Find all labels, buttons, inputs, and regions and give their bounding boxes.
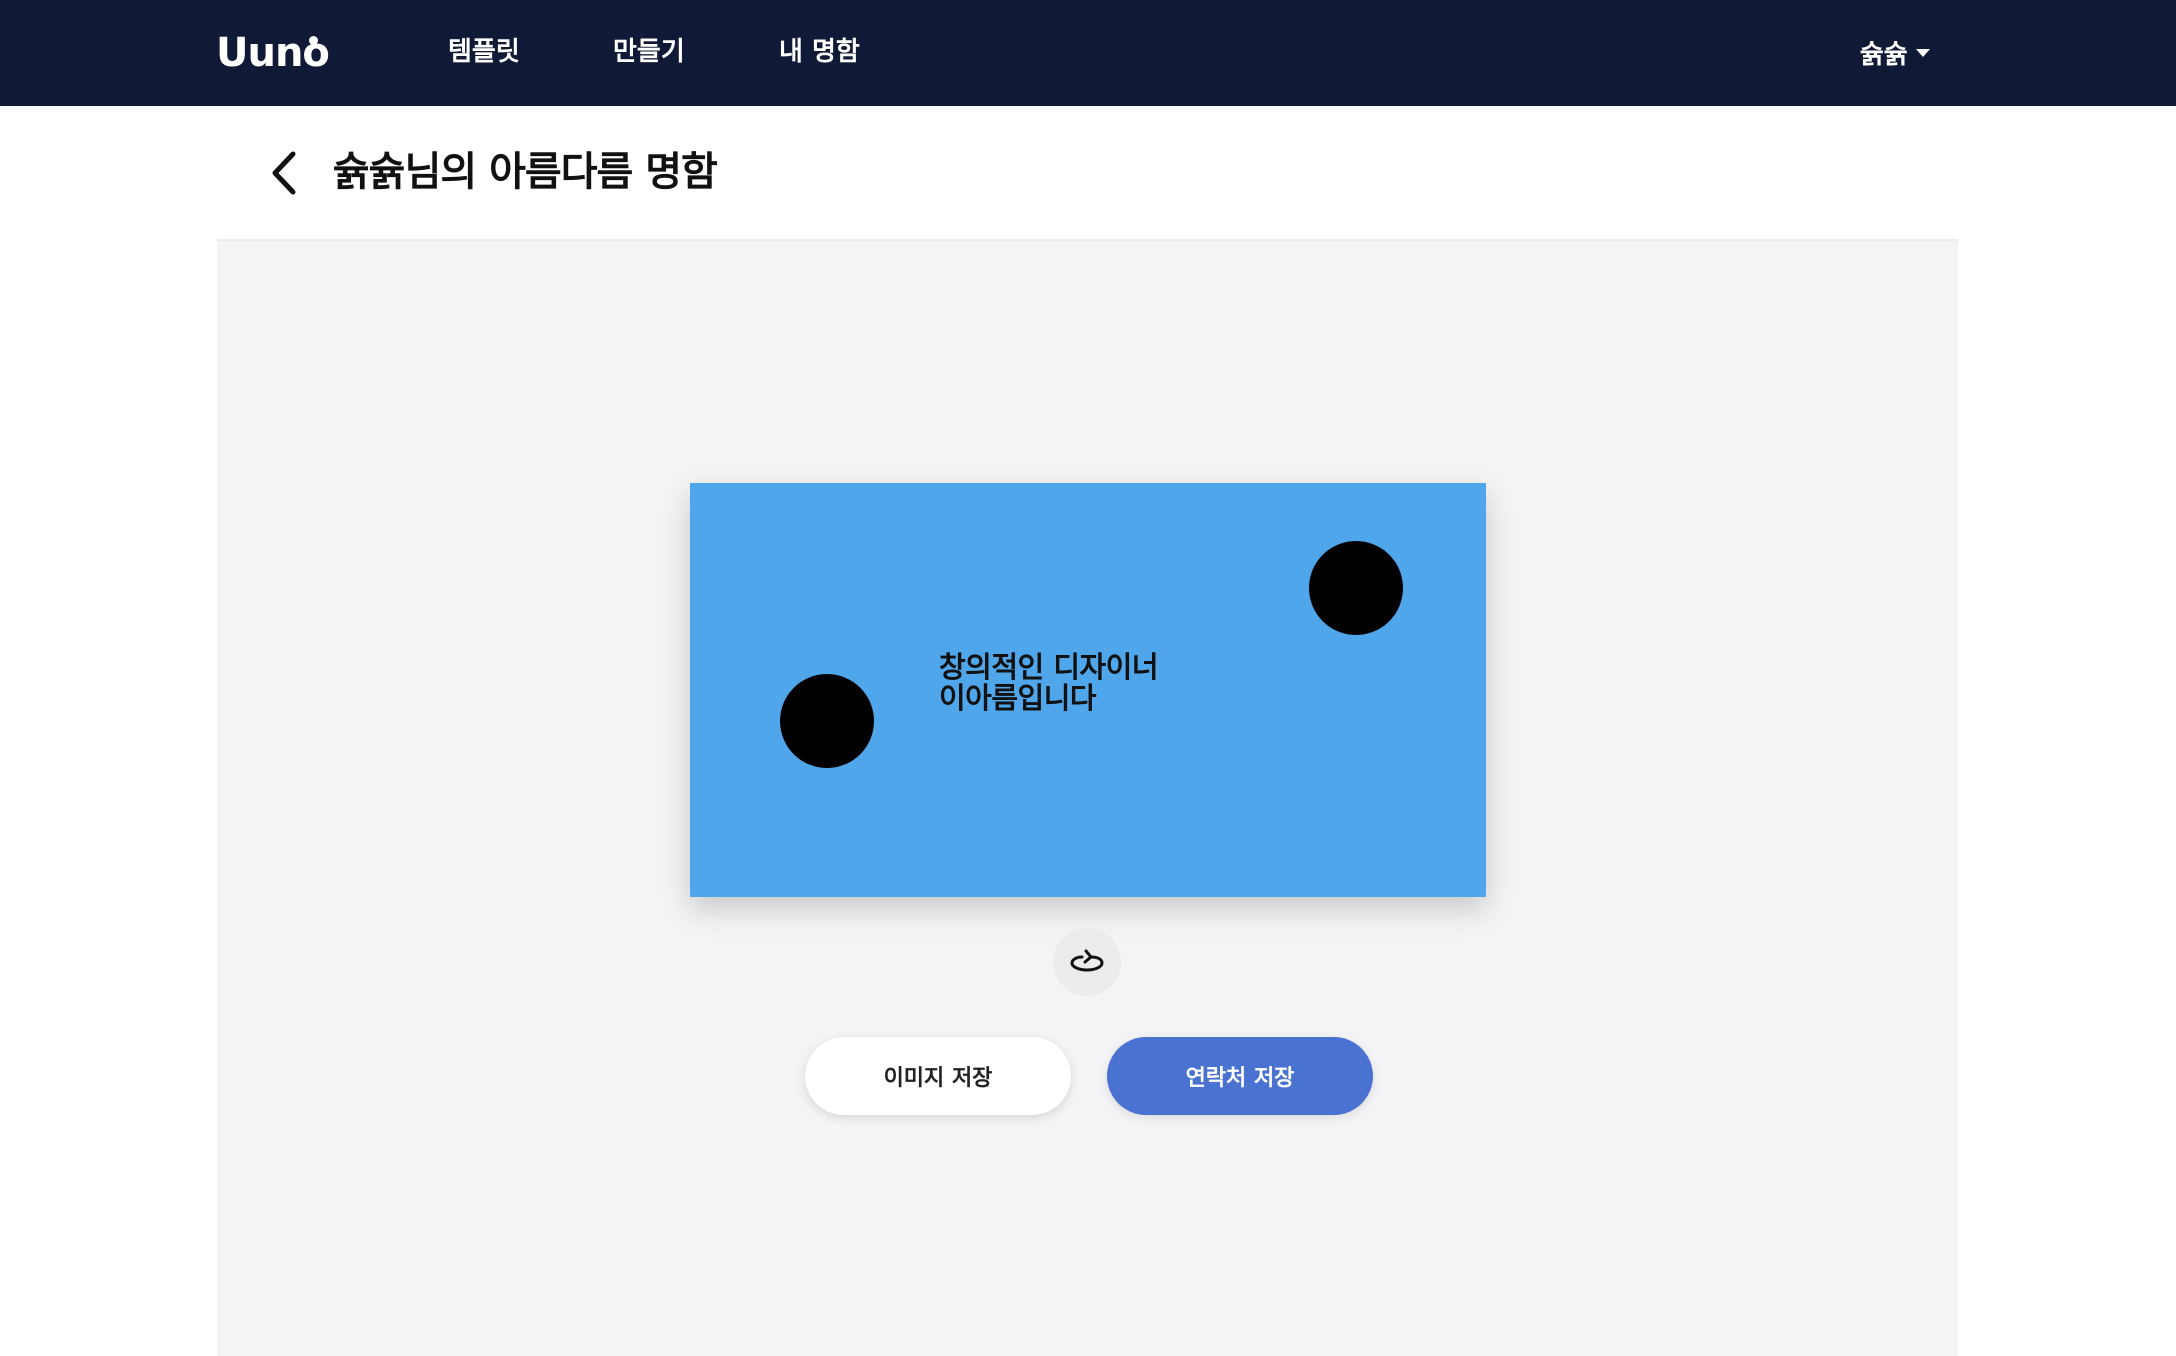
nav-item-my-cards[interactable]: 내 명함 [779, 32, 860, 72]
card-text-line: 이아름입니다 [939, 681, 1097, 715]
nav-item-templates[interactable]: 템플릿 [448, 32, 520, 72]
page-title: 슑슑님의 아름다름 명함 [333, 149, 718, 195]
save-image-button[interactable]: 이미지 저장 [805, 1037, 1071, 1115]
nav-item-create[interactable]: 만들기 [613, 32, 685, 72]
caret-down-icon [1915, 49, 1930, 57]
flip-card-button[interactable] [1053, 928, 1121, 996]
user-menu[interactable]: 슑슑 [1860, 32, 1930, 72]
card-detail-container: 슑슑님의 아름다름 명함 창의적인 디자이너 이아름입니다 이미지 저장 연락처… [217, 106, 1958, 1356]
chevron-left-icon [272, 151, 296, 195]
business-card-preview: 창의적인 디자이너 이아름입니다 [690, 483, 1486, 897]
card-circle-decoration [780, 674, 874, 768]
card-text-line: 창의적인 디자이너 [939, 650, 1159, 684]
page-header: 슑슑님의 아름다름 명함 [217, 106, 1958, 241]
flip-rotate-icon [1070, 949, 1104, 972]
card-text: 창의적인 디자이너 이아름입니다 [939, 652, 1359, 714]
card-circle-decoration [1309, 541, 1403, 635]
back-button[interactable] [259, 148, 309, 198]
top-navigation-bar: Uuno 템플릿 만들기 내 명함 슑슑 [0, 0, 2176, 106]
logo-dot-icon [309, 36, 318, 45]
save-contact-button[interactable]: 연락처 저장 [1107, 1037, 1373, 1115]
user-name: 슑슑 [1860, 39, 1908, 70]
